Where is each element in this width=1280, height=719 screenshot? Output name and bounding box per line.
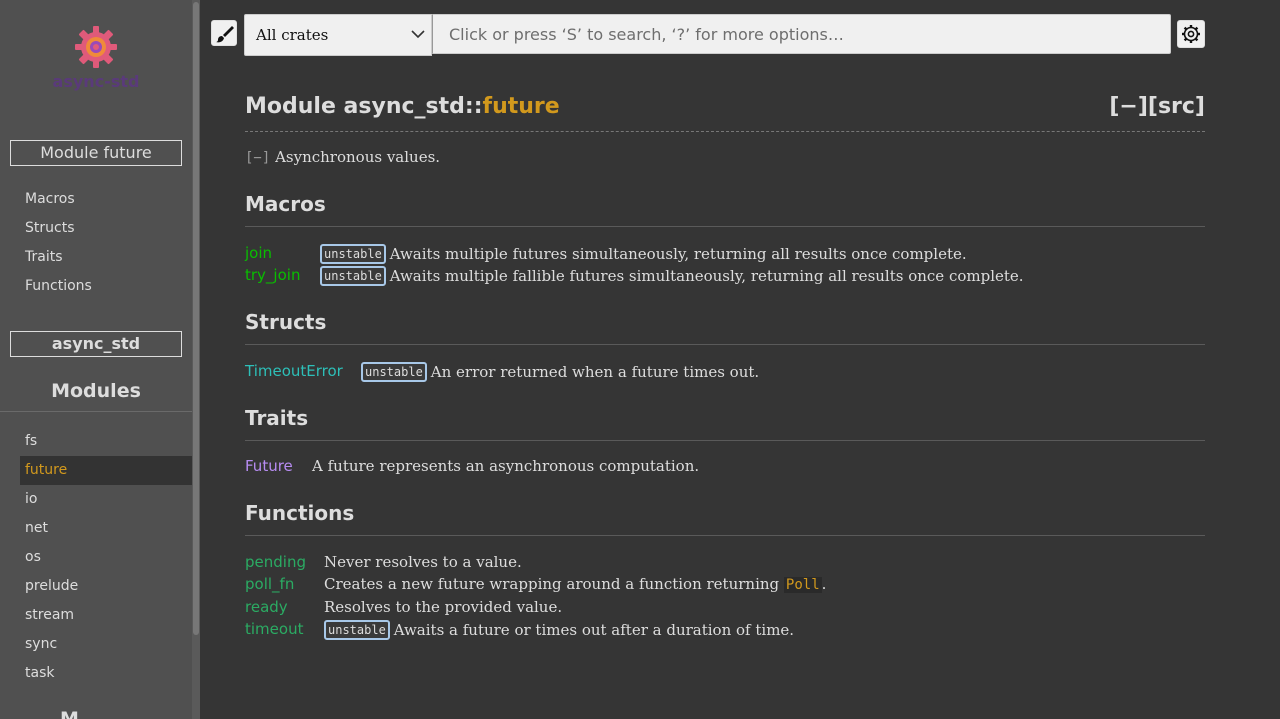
item-description: unstable Awaits multiple fallible futures… xyxy=(320,266,1024,286)
struct-link-timeout-error[interactable]: TimeoutError xyxy=(245,362,343,380)
function-link-poll-fn[interactable]: poll_fn xyxy=(245,575,294,593)
sidebar: async-std Module future Macros Structs T… xyxy=(0,0,192,719)
poll-type-link[interactable]: Poll xyxy=(783,577,822,593)
sidebar-modules-title: Modules xyxy=(51,380,141,402)
path-separator: :: xyxy=(464,94,483,119)
sidebar-divider xyxy=(0,411,192,412)
gear-icon xyxy=(1182,25,1200,43)
unstable-badge: unstable xyxy=(361,362,427,382)
sidebar-module-io[interactable]: io xyxy=(25,491,37,507)
item-description: unstable An error returned when a future … xyxy=(361,362,759,382)
sidebar-item-functions[interactable]: Functions xyxy=(25,278,92,294)
sidebar-module-fs[interactable]: fs xyxy=(25,433,37,449)
sidebar-scrollbar[interactable] xyxy=(192,0,200,719)
item-description-text: Resolves to the provided value. xyxy=(324,598,563,616)
function-link-timeout[interactable]: timeout xyxy=(245,620,303,638)
item-description-text: Awaits multiple futures simultaneously, … xyxy=(389,245,967,263)
section-traits-header[interactable]: Traits xyxy=(245,406,1205,441)
sidebar-crate-link[interactable]: async_std xyxy=(10,331,182,357)
macro-link-try-join[interactable]: try_join xyxy=(245,266,300,284)
sidebar-module-net[interactable]: net xyxy=(25,520,48,536)
module-summary: [−] Asynchronous values. xyxy=(245,148,440,166)
page-title-text: Module async_std::future xyxy=(245,94,560,119)
logo-text: async-std xyxy=(52,72,140,91)
paintbrush-icon xyxy=(216,26,234,43)
collapse-all-toggle[interactable]: [−] xyxy=(1109,94,1148,119)
sidebar-module-future-current[interactable]: future xyxy=(20,456,192,485)
docblock-collapse-toggle[interactable]: [−] xyxy=(245,150,270,166)
unstable-badge: unstable xyxy=(320,244,386,264)
module-summary-text: Asynchronous values. xyxy=(275,148,441,166)
sidebar-next-section-title: M... xyxy=(60,708,101,719)
sidebar-module-stream[interactable]: stream xyxy=(25,607,74,623)
theme-picker-button[interactable] xyxy=(211,20,237,46)
section-macros-header[interactable]: Macros xyxy=(245,192,1205,227)
crate-select-value: All crates xyxy=(256,26,329,44)
macro-link-join[interactable]: join xyxy=(245,244,272,262)
item-description: unstable Awaits a future or times out aft… xyxy=(324,620,794,640)
crate-select[interactable]: All crates xyxy=(244,14,432,56)
item-description-text: An error returned when a future times ou… xyxy=(430,363,760,381)
search-input[interactable] xyxy=(432,14,1171,54)
settings-button[interactable] xyxy=(1177,20,1205,48)
async-std-logo-icon[interactable] xyxy=(73,24,119,70)
sidebar-module-task[interactable]: task xyxy=(25,665,54,681)
sidebar-scrollbar-thumb[interactable] xyxy=(193,2,199,635)
sidebar-module-sync[interactable]: sync xyxy=(25,636,57,652)
function-link-ready[interactable]: ready xyxy=(245,598,288,616)
header-actions: [−][src] xyxy=(1109,94,1205,119)
sidebar-item-traits[interactable]: Traits xyxy=(25,249,63,265)
crate-path-link[interactable]: async_std xyxy=(344,94,465,119)
src-link[interactable]: [src] xyxy=(1148,94,1205,119)
trait-link-future[interactable]: Future xyxy=(245,457,293,475)
sidebar-module-future-label: future xyxy=(25,462,68,478)
sidebar-module-os[interactable]: os xyxy=(25,549,41,565)
item-description-text: Never resolves to a value. xyxy=(324,553,522,571)
item-description-text: Creates a new future wrapping around a f… xyxy=(324,575,784,593)
item-description-text: A future represents an asynchronous comp… xyxy=(312,457,700,475)
item-description: Creates a new future wrapping around a f… xyxy=(324,575,826,593)
sidebar-module-prelude[interactable]: prelude xyxy=(25,578,78,594)
section-functions-header[interactable]: Functions xyxy=(245,501,1205,536)
item-description-text: Awaits a future or times out after a dur… xyxy=(393,621,795,639)
sidebar-item-structs[interactable]: Structs xyxy=(25,220,75,236)
sidebar-location: Module future xyxy=(10,140,182,166)
module-name-link[interactable]: future xyxy=(483,94,560,119)
item-description-punct: . xyxy=(821,575,827,593)
unstable-badge: unstable xyxy=(320,266,386,286)
chevron-down-icon xyxy=(411,30,425,39)
unstable-badge: unstable xyxy=(324,620,390,640)
item-description-text: Awaits multiple fallible futures simulta… xyxy=(389,267,1024,285)
page-title: Module async_std::future [−][src] xyxy=(245,94,1205,132)
function-link-pending[interactable]: pending xyxy=(245,553,306,571)
section-structs-header[interactable]: Structs xyxy=(245,310,1205,345)
item-description: unstable Awaits multiple futures simultan… xyxy=(320,244,967,264)
title-prefix: Module xyxy=(245,94,344,119)
sidebar-item-macros[interactable]: Macros xyxy=(25,191,75,207)
